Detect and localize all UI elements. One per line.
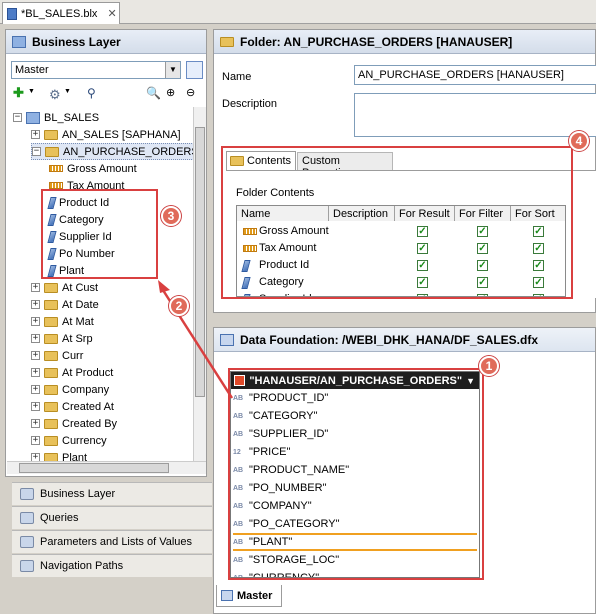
callout-badge-4: 4 [569,131,589,151]
callout-badge-2: 2 [169,296,189,316]
callout-badge-3: 3 [161,206,181,226]
callout-arrow-2 [158,280,234,399]
arrow-head [158,280,170,293]
callout-badge-1: 1 [479,356,499,376]
